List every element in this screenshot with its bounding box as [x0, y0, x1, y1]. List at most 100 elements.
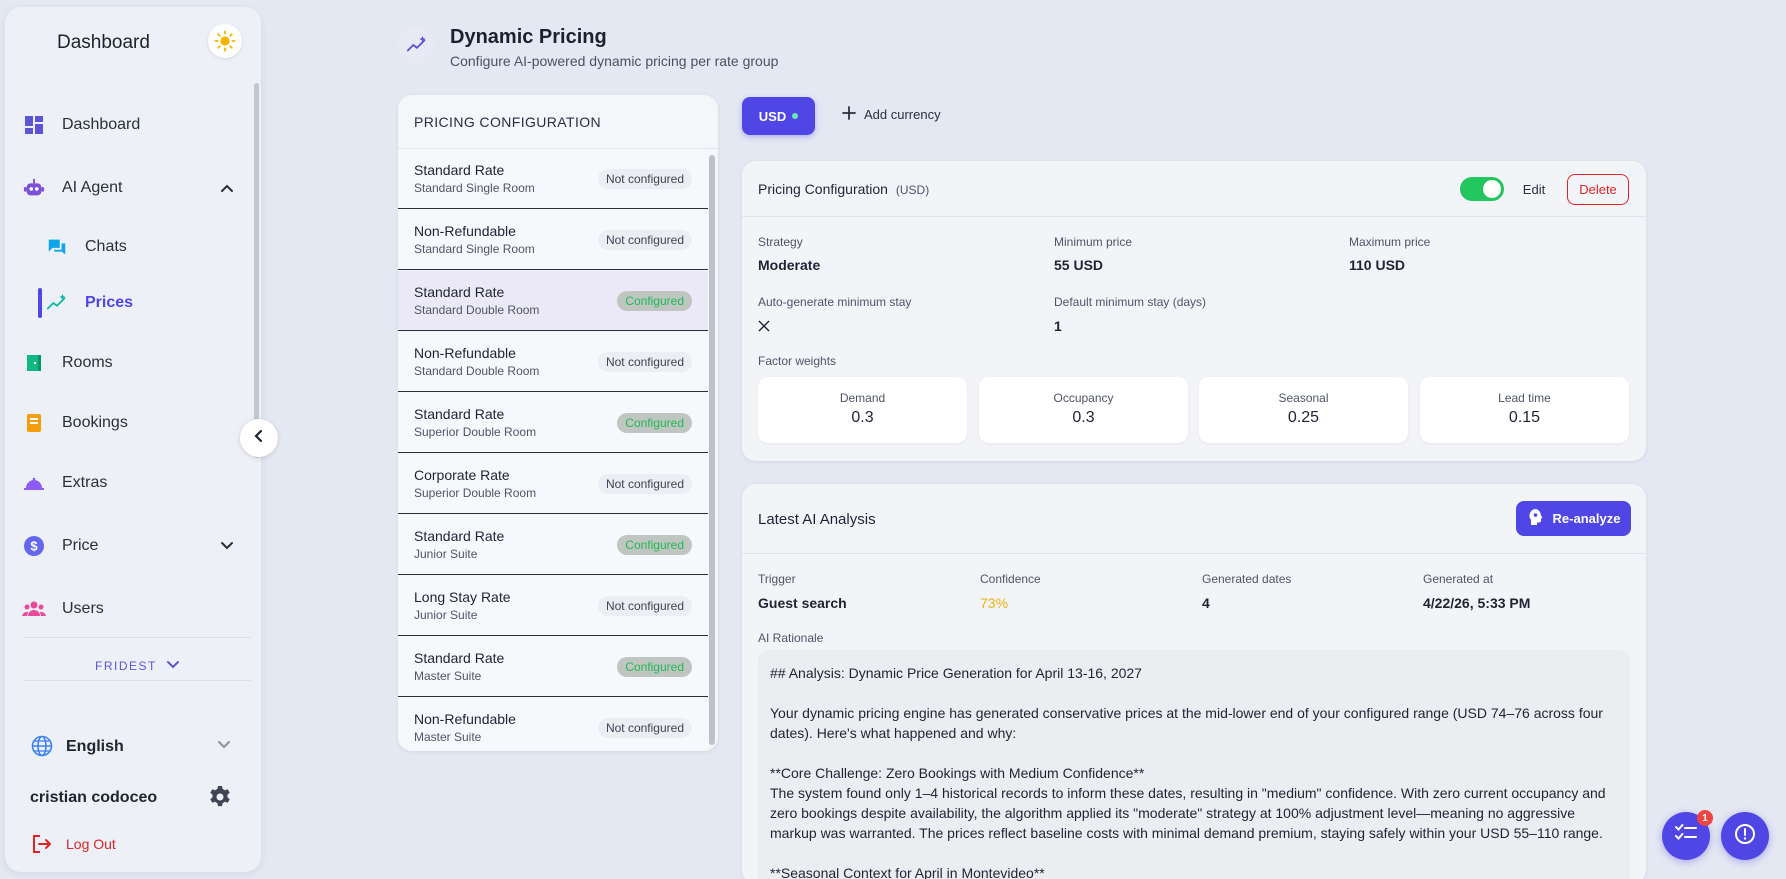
divider — [23, 637, 251, 638]
card-title: Pricing Configuration (USD) — [758, 181, 929, 197]
scroll-thumb[interactable] — [709, 155, 715, 745]
currency-label: USD — [758, 108, 787, 124]
trigger-label: Trigger — [758, 572, 796, 586]
notification-badge: 1 — [1697, 810, 1713, 826]
weight-value: 0.15 — [1508, 409, 1541, 426]
toggle-knob — [1483, 180, 1501, 198]
checklist-icon — [1674, 823, 1698, 850]
rate-group-item[interactable]: Standard Rate Superior Double Room Configu… — [398, 393, 708, 453]
collapse-sidebar-button[interactable] — [240, 419, 278, 457]
room-name: Standard Single Room — [414, 242, 535, 256]
auto-min-stay-label: Auto-generate minimum stay — [758, 295, 912, 309]
trigger-value: Guest search — [758, 595, 847, 611]
rate-name: Standard Rate — [414, 406, 505, 422]
sidebar-item-prices[interactable]: Prices — [5, 283, 261, 323]
sidebar-item-rooms[interactable]: Rooms — [5, 343, 261, 383]
sidebar-item-label: Rooms — [62, 354, 113, 371]
rate-group-item[interactable]: Long Stay Rate Junior Suite Not configured — [398, 576, 708, 636]
status-badge: Configured — [617, 413, 692, 433]
alert-circle-icon — [1734, 823, 1756, 850]
sidebar-item-chats[interactable]: Chats — [5, 227, 261, 267]
rationale-text: ## Analysis: Dynamic Price Generation fo… — [758, 650, 1630, 879]
language-select[interactable]: English — [5, 729, 261, 763]
generated-at-value: 4/22/26, 5:33 PM — [1423, 595, 1531, 611]
max-price-label: Maximum price — [1349, 235, 1431, 249]
page-title: Dynamic Pricing — [450, 26, 607, 48]
scroll-thumb[interactable] — [254, 83, 259, 458]
weight-label: Occupancy — [1053, 391, 1114, 405]
rate-name: Long Stay Rate — [414, 589, 511, 605]
rate-name: Standard Rate — [414, 528, 505, 544]
sidebar-item-label: Dashboard — [62, 116, 141, 133]
robot-icon — [22, 176, 46, 200]
room-name: Standard Double Room — [414, 303, 540, 317]
gear-icon[interactable] — [208, 785, 232, 814]
rate-name: Corporate Rate — [414, 467, 510, 483]
status-badge: Not configured — [597, 169, 692, 189]
room-name: Superior Double Room — [414, 486, 537, 500]
add-currency-button[interactable]: Add currency — [842, 106, 941, 123]
sidebar-item-extras[interactable]: Extras — [5, 463, 261, 503]
strategy-label: Strategy — [758, 235, 803, 249]
edit-button[interactable]: Edit — [1512, 175, 1556, 204]
rate-group-item[interactable]: Non-Refundable Master Suite Not configured — [398, 698, 708, 751]
svg-text:$: $ — [30, 539, 38, 554]
sun-icon[interactable] — [208, 24, 242, 58]
chevron-left-icon — [252, 429, 266, 448]
rationale-label: AI Rationale — [758, 631, 824, 645]
card-title: Latest AI Analysis — [758, 511, 876, 528]
help-button[interactable] — [1721, 812, 1769, 860]
rate-group-item[interactable]: Non-Refundable Standard Single Room Not co… — [398, 210, 708, 270]
x-icon — [758, 319, 770, 337]
chevron-down-icon[interactable] — [217, 536, 237, 556]
status-badge: Configured — [617, 657, 692, 677]
logout-button[interactable]: Log Out — [5, 829, 261, 859]
room-name: Superior Double Room — [414, 425, 537, 439]
status-badge: Not configured — [597, 596, 692, 616]
weight-value: 0.3 — [851, 409, 874, 426]
rate-name: Non-Refundable — [414, 711, 516, 727]
factor-weights-label: Factor weights — [758, 354, 837, 368]
rate-group-item[interactable]: Standard Rate Standard Single Room Not con… — [398, 149, 708, 209]
org-switcher[interactable]: FRIDEST — [95, 659, 179, 673]
chevron-up-icon[interactable] — [217, 178, 237, 198]
rate-group-item[interactable]: Standard Rate Master Suite Configured — [398, 637, 708, 697]
delete-button[interactable]: Delete — [1567, 174, 1629, 205]
sidebar-item-dashboard[interactable]: Dashboard — [5, 105, 261, 145]
sidebar-item-bookings[interactable]: Bookings — [5, 403, 261, 443]
room-name: Junior Suite — [414, 608, 478, 622]
rate-name: Standard Rate — [414, 284, 505, 300]
status-badge: Not configured — [597, 474, 692, 494]
weight-label: Demand — [839, 391, 886, 405]
weight-value: 0.3 — [1072, 409, 1095, 426]
status-badge: Configured — [617, 535, 692, 555]
enabled-toggle[interactable] — [1460, 177, 1504, 201]
currency-tab-usd[interactable]: USD — [742, 97, 815, 135]
strategy-value: Moderate — [758, 257, 821, 273]
rate-name: Standard Rate — [414, 162, 505, 178]
rate-group-item[interactable]: Standard Rate Junior Suite Configured — [398, 515, 708, 575]
sidebar-item-price[interactable]: $ Price — [5, 526, 261, 566]
card-header: Latest AI Analysis Re-analyze — [742, 484, 1646, 554]
sidebar-item-label: Price — [62, 537, 99, 554]
room-name: Junior Suite — [414, 547, 478, 561]
ai-analysis-card: Latest AI Analysis Re-analyze Trigger Gu… — [742, 484, 1646, 879]
sidebar-item-label: Chats — [85, 238, 127, 255]
weight-value: 0.25 — [1287, 409, 1320, 426]
weight-card-demand: Demand 0.3 — [758, 377, 967, 443]
reanalyze-button[interactable]: Re-analyze — [1516, 501, 1631, 536]
rate-group-item[interactable]: Non-Refundable Standard Double Room Not co… — [398, 332, 708, 392]
weight-label: Seasonal — [1278, 391, 1329, 405]
list-scrollbar[interactable] — [708, 149, 716, 751]
sidebar-item-ai-agent[interactable]: AI Agent — [5, 168, 261, 208]
logout-icon — [31, 833, 53, 860]
rate-group-item[interactable]: Standard Rate Standard Double Room Configu… — [398, 271, 708, 331]
active-dot — [792, 113, 799, 119]
language-label: English — [66, 738, 124, 755]
weight-card-lead-time: Lead time 0.15 — [1420, 377, 1629, 443]
status-badge: Not configured — [597, 230, 692, 250]
list-heading: PRICING CONFIGURATION — [398, 95, 718, 149]
pricing-configuration-card: Pricing Configuration (USD) Edit Delete … — [742, 161, 1646, 461]
sidebar-item-users[interactable]: Users — [5, 589, 261, 629]
rate-group-item[interactable]: Corporate Rate Superior Double Room Not co… — [398, 454, 708, 514]
